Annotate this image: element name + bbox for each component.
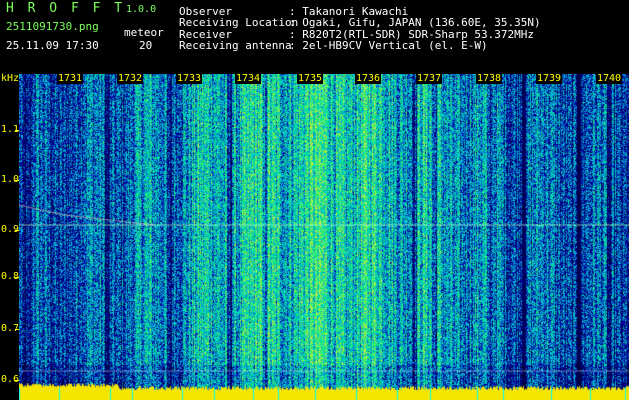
app-version: 1.0.0	[126, 4, 157, 15]
app-title: H R O F F T	[6, 1, 126, 16]
meteor-count: 20	[139, 39, 153, 52]
time-tick-label: 1733	[176, 73, 203, 84]
time-tick-label: 1738	[476, 73, 503, 84]
info-key-antenna: Receiving antenna	[179, 39, 292, 52]
time-tick-label: 1736	[355, 73, 382, 84]
time-tick-label: 1737	[416, 73, 443, 84]
spectrogram-canvas	[19, 74, 629, 400]
axis-unit-label: kHz	[1, 73, 20, 84]
time-tick-label: 1740	[596, 73, 623, 84]
time-tick-label: 1739	[536, 73, 563, 84]
file-name: 2511091730.png	[6, 20, 99, 33]
file-datetime: 25.11.09 17:30	[6, 39, 99, 52]
time-tick-label: 1732	[117, 73, 144, 84]
time-tick-label: 1735	[297, 73, 324, 84]
spectrogram: 1731 1732 1733 1734 1735 1736 1737 1738 …	[19, 74, 629, 400]
header: H R O F F T 1.0.0 2511091730.png meteor …	[0, 0, 629, 74]
time-tick-label: 1734	[235, 73, 262, 84]
frequency-axis: kHz 1.1 1.0 0.9 0.8 0.7 0.6	[0, 74, 19, 400]
meteor-label: meteor	[124, 26, 164, 39]
time-tick-label: 1731	[57, 73, 84, 84]
info-value-antenna: : 2el-HB9CV Vertical (el. E-W)	[289, 39, 488, 52]
